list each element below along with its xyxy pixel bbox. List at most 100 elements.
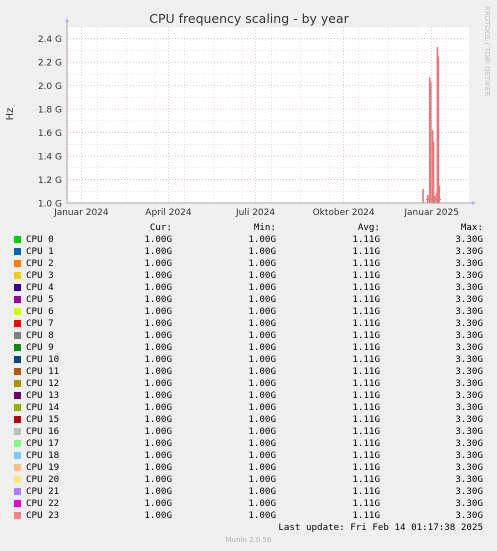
legend-label: CPU 12 bbox=[26, 378, 60, 389]
legend-swatch bbox=[14, 248, 21, 255]
legend-avg: 1.11G bbox=[352, 330, 380, 341]
legend-max: 3.30G bbox=[455, 246, 483, 257]
legend-min: 1.00G bbox=[248, 234, 276, 245]
legend-avg: 1.11G bbox=[352, 366, 380, 377]
legend-label: CPU 8 bbox=[26, 330, 54, 341]
legend-swatch bbox=[14, 476, 21, 483]
legend-label: CPU 14 bbox=[26, 402, 60, 413]
legend-cur: 1.00G bbox=[144, 270, 172, 281]
legend-label: CPU 9 bbox=[26, 342, 54, 353]
last-update: Last update: Fri Feb 14 01:17:38 2025 bbox=[278, 522, 483, 533]
legend-max: 3.30G bbox=[455, 270, 483, 281]
y-tick-label: 1.6 G bbox=[38, 129, 62, 139]
legend-cur: 1.00G bbox=[144, 510, 172, 521]
legend-swatch bbox=[14, 488, 21, 495]
legend-max: 3.30G bbox=[455, 390, 483, 401]
legend-label: CPU 3 bbox=[26, 270, 54, 281]
legend-avg: 1.11G bbox=[352, 246, 380, 257]
legend-cur: 1.00G bbox=[144, 234, 172, 245]
rrdtool-watermark: RRDTOOL / TOBI OETIKER bbox=[478, 2, 492, 202]
legend-avg: 1.11G bbox=[352, 474, 380, 485]
legend-row: CPU 7 1.00G 1.00G 1.11G 3.30G bbox=[0, 318, 497, 330]
legend-label: CPU 2 bbox=[26, 258, 54, 269]
legend-label: CPU 13 bbox=[26, 390, 60, 401]
legend-max: 3.30G bbox=[455, 486, 483, 497]
legend-row: CPU 12 1.00G 1.00G 1.11G 3.30G bbox=[0, 378, 497, 390]
legend-min: 1.00G bbox=[248, 498, 276, 509]
legend-header-avg: Avg: bbox=[357, 222, 380, 233]
legend-row: CPU 22 1.00G 1.00G 1.11G 3.30G bbox=[0, 498, 497, 510]
legend-min: 1.00G bbox=[248, 462, 276, 473]
legend-cur: 1.00G bbox=[144, 498, 172, 509]
legend-row: CPU 21 1.00G 1.00G 1.11G 3.30G bbox=[0, 486, 497, 498]
legend-max: 3.30G bbox=[455, 438, 483, 449]
legend-min: 1.00G bbox=[248, 510, 276, 521]
legend-swatch bbox=[14, 320, 21, 327]
legend-avg: 1.11G bbox=[352, 510, 380, 521]
legend-min: 1.00G bbox=[248, 318, 276, 329]
legend-cur: 1.00G bbox=[144, 282, 172, 293]
legend-avg: 1.11G bbox=[352, 414, 380, 425]
legend-avg: 1.11G bbox=[352, 378, 380, 389]
legend-max: 3.30G bbox=[455, 318, 483, 329]
legend-min: 1.00G bbox=[248, 426, 276, 437]
legend-swatch bbox=[14, 416, 21, 423]
legend-avg: 1.11G bbox=[352, 282, 380, 293]
legend-row: CPU 3 1.00G 1.00G 1.11G 3.30G bbox=[0, 270, 497, 282]
legend-max: 3.30G bbox=[455, 354, 483, 365]
legend-cur: 1.00G bbox=[144, 258, 172, 269]
legend-min: 1.00G bbox=[248, 414, 276, 425]
x-tick-label: Januar 2024 bbox=[53, 208, 109, 218]
legend-max: 3.30G bbox=[455, 498, 483, 509]
legend-swatch bbox=[14, 356, 21, 363]
y-tick-label: 1.4 G bbox=[38, 153, 62, 163]
legend-label: CPU 17 bbox=[26, 438, 60, 449]
legend-swatch bbox=[14, 368, 21, 375]
x-tick-label: Oktober 2024 bbox=[313, 208, 375, 218]
legend-max: 3.30G bbox=[455, 426, 483, 437]
legend-row: CPU 10 1.00G 1.00G 1.11G 3.30G bbox=[0, 354, 497, 366]
legend-avg: 1.11G bbox=[352, 354, 380, 365]
legend-swatch bbox=[14, 236, 21, 243]
legend-row: CPU 19 1.00G 1.00G 1.11G 3.30G bbox=[0, 462, 497, 474]
legend-label: CPU 22 bbox=[26, 498, 60, 509]
legend-max: 3.30G bbox=[455, 258, 483, 269]
legend-label: CPU 16 bbox=[26, 426, 60, 437]
legend-max: 3.30G bbox=[455, 402, 483, 413]
legend-cur: 1.00G bbox=[144, 438, 172, 449]
legend-row: CPU 15 1.00G 1.00G 1.11G 3.30G bbox=[0, 414, 497, 426]
legend-avg: 1.11G bbox=[352, 438, 380, 449]
legend-label: CPU 0 bbox=[26, 234, 54, 245]
legend-header-max: Max: bbox=[460, 222, 483, 233]
legend-max: 3.30G bbox=[455, 234, 483, 245]
legend-swatch bbox=[14, 308, 21, 315]
legend-cur: 1.00G bbox=[144, 306, 172, 317]
legend-header-cur: Cur: bbox=[149, 222, 172, 233]
legend-row: CPU 13 1.00G 1.00G 1.11G 3.30G bbox=[0, 390, 497, 402]
legend-label: CPU 1 bbox=[26, 246, 54, 257]
legend-row: CPU 4 1.00G 1.00G 1.11G 3.30G bbox=[0, 282, 497, 294]
legend-label: CPU 10 bbox=[26, 354, 60, 365]
legend-cur: 1.00G bbox=[144, 318, 172, 329]
legend-cur: 1.00G bbox=[144, 402, 172, 413]
y-tick-label: 1.2 G bbox=[38, 176, 62, 186]
legend-min: 1.00G bbox=[248, 438, 276, 449]
legend-row: CPU 5 1.00G 1.00G 1.11G 3.30G bbox=[0, 294, 497, 306]
legend-swatch bbox=[14, 284, 21, 291]
legend-min: 1.00G bbox=[248, 402, 276, 413]
legend-swatch bbox=[14, 428, 21, 435]
legend-max: 3.30G bbox=[455, 450, 483, 461]
legend-cur: 1.00G bbox=[144, 354, 172, 365]
legend-avg: 1.11G bbox=[352, 258, 380, 269]
legend-max: 3.30G bbox=[455, 342, 483, 353]
plot-background bbox=[67, 27, 469, 203]
legend-cur: 1.00G bbox=[144, 462, 172, 473]
legend-label: CPU 4 bbox=[26, 282, 54, 293]
legend-min: 1.00G bbox=[248, 450, 276, 461]
legend-cur: 1.00G bbox=[144, 426, 172, 437]
y-tick-label: 2.2 G bbox=[38, 59, 62, 69]
legend-swatch bbox=[14, 392, 21, 399]
legend-swatch bbox=[14, 332, 21, 339]
legend-label: CPU 20 bbox=[26, 474, 60, 485]
legend-min: 1.00G bbox=[248, 354, 276, 365]
